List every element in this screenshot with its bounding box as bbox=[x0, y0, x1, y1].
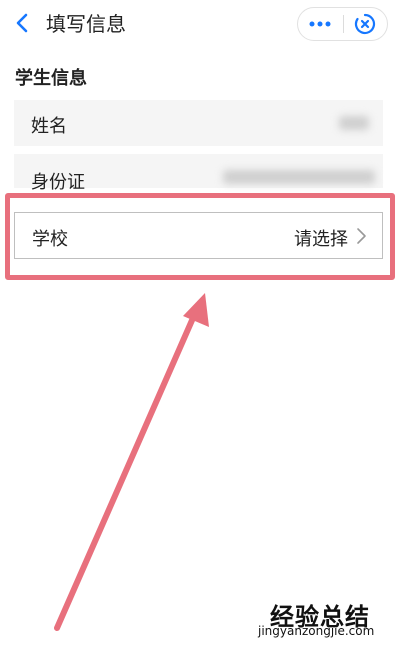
more-dots-icon bbox=[309, 21, 331, 27]
pointer-arrow bbox=[54, 293, 209, 631]
id-card-value-blurred bbox=[223, 170, 375, 184]
close-circle-icon bbox=[355, 13, 376, 35]
back-button[interactable] bbox=[8, 8, 36, 38]
id-card-field[interactable]: 身份证 bbox=[14, 154, 383, 193]
name-label: 姓名 bbox=[31, 116, 67, 137]
section-title: 学生信息 bbox=[15, 68, 87, 89]
id-card-label: 身份证 bbox=[31, 172, 85, 193]
close-button[interactable] bbox=[343, 8, 387, 40]
name-value-blurred bbox=[339, 116, 369, 130]
navigation-bar: 填写信息 bbox=[0, 0, 400, 50]
more-button[interactable] bbox=[298, 8, 343, 40]
chevron-left-icon bbox=[16, 13, 28, 33]
highlight-box bbox=[5, 193, 395, 280]
mini-program-capsule bbox=[297, 7, 388, 41]
name-field[interactable]: 姓名 bbox=[14, 100, 383, 146]
watermark-url: jingyanzongjie.com bbox=[258, 624, 375, 638]
page-title: 填写信息 bbox=[46, 12, 126, 36]
